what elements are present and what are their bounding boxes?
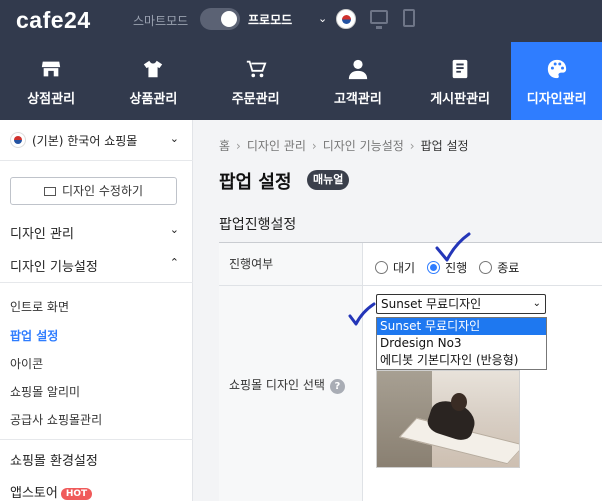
tshirt-icon	[144, 60, 163, 78]
sidebar-sub-supplier[interactable]: 공급사 쇼핑몰관리	[10, 411, 102, 428]
chevron-down-icon: ⌄	[169, 132, 179, 145]
nav-item-design[interactable]: 디자인관리	[511, 42, 602, 120]
sidebar-item-design-function[interactable]: 디자인 기능설정 ⌃	[10, 256, 183, 275]
korea-flag-icon	[10, 132, 26, 148]
dropdown-option[interactable]: Sunset 무료디자인	[377, 318, 546, 335]
nav-item-orders[interactable]: 주문관리	[205, 42, 307, 120]
hot-badge: HOT	[60, 488, 93, 500]
main-content: 홈 › 디자인 관리 › 디자인 기능설정 › 팝업 설정 팝업 설정 매뉴얼 팝업진행설정…	[193, 120, 602, 501]
radio-dot	[375, 261, 388, 274]
dropdown-option[interactable]: 에디봇 기본디자인 (반응형)	[377, 352, 546, 369]
cafe24-logo[interactable]: cafe24	[16, 7, 91, 34]
nav-label: 디자인관리	[526, 92, 587, 107]
breadcrumb-design-management[interactable]: 디자인 관리	[247, 139, 306, 153]
sidebar: (기본) 한국어 쇼핑몰 ⌄ 디자인 수정하기 디자인 관리 ⌄ 디자인 기능설…	[0, 120, 193, 501]
chevron-up-icon: ⌃	[169, 256, 179, 269]
nav-label: 고객관리	[333, 92, 382, 107]
breadcrumb-separator: ›	[236, 139, 241, 153]
mall-selector-label: (기본) 한국어 쇼핑몰	[32, 134, 138, 148]
sidebar-sub-popup[interactable]: 팝업 설정	[10, 327, 58, 344]
design-select-label: 쇼핑몰 디자인 선택?	[219, 286, 363, 501]
board-icon	[452, 59, 468, 79]
nav-label: 게시판관리	[430, 92, 491, 107]
popup-settings-table: 진행여부 대기 진행 종료 쇼핑몰 디자인 선택? Sunset 무료디자인 ⌄…	[219, 242, 602, 501]
breadcrumb-home[interactable]: 홈	[219, 139, 230, 153]
mobile-phone-icon[interactable]	[403, 9, 415, 27]
design-dropdown-list: Sunset 무료디자인 Drdesign No3 에디봇 기본디자인 (반응형…	[376, 317, 547, 370]
mode-chevron-down-icon[interactable]: ⌄	[318, 12, 327, 25]
breadcrumb-separator: ›	[409, 139, 415, 153]
edit-design-label: 디자인 수정하기	[61, 184, 144, 198]
top-bar: cafe24 스마트모드 프로모드 ⌄	[0, 0, 602, 42]
edit-design-button[interactable]: 디자인 수정하기	[10, 177, 177, 205]
design-select[interactable]: Sunset 무료디자인 ⌄	[376, 294, 546, 314]
nav-label: 주문관리	[231, 92, 280, 107]
nav-item-products[interactable]: 상품관리	[102, 42, 204, 120]
design-select-text: 쇼핑몰 디자인 선택	[229, 378, 325, 392]
sidebar-item-label: 디자인 기능설정	[10, 260, 98, 275]
main-nav: 상점관리 상품관리 주문관리 고객관리 게시판관리 디자인관리	[0, 42, 602, 120]
checkmark-annotation-icon	[435, 232, 471, 262]
chevron-down-icon: ⌄	[532, 298, 541, 309]
sidebar-sub-notifier[interactable]: 쇼핑몰 알리미	[10, 383, 80, 400]
chevron-down-icon: ⌄	[169, 223, 179, 236]
radio-label: 종료	[497, 261, 520, 275]
checkmark-annotation-icon	[348, 302, 376, 326]
breadcrumb-current: 팝업 설정	[420, 139, 469, 153]
breadcrumb: 홈 › 디자인 관리 › 디자인 기능설정 › 팝업 설정	[219, 137, 469, 154]
nav-label: 상품관리	[129, 92, 178, 107]
dropdown-option[interactable]: Drdesign No3	[377, 335, 546, 352]
desktop-monitor-icon[interactable]	[370, 10, 388, 29]
radio-ended[interactable]: 종료	[479, 259, 519, 276]
section-title: 팝업진행설정	[219, 217, 297, 233]
palette-icon	[547, 59, 566, 79]
progress-label: 진행여부	[219, 243, 363, 285]
nav-item-store[interactable]: 상점관리	[0, 42, 102, 120]
divider	[0, 160, 193, 161]
nav-item-board[interactable]: 게시판관리	[409, 42, 511, 120]
nav-item-customers[interactable]: 고객관리	[307, 42, 409, 120]
divider	[0, 282, 193, 283]
radio-waiting[interactable]: 대기	[375, 259, 415, 276]
radio-dot	[479, 261, 493, 274]
keyboard-icon	[43, 187, 56, 196]
sidebar-item-design-management[interactable]: 디자인 관리 ⌄	[10, 223, 183, 242]
smart-mode-label[interactable]: 스마트모드	[133, 12, 188, 29]
design-preview-image	[376, 370, 520, 468]
sidebar-item-mall-env[interactable]: 쇼핑몰 환경설정	[10, 450, 183, 469]
mall-selector[interactable]: (기본) 한국어 쇼핑몰 ⌄	[10, 130, 183, 152]
sidebar-sub-icon[interactable]: 아이콘	[10, 355, 43, 372]
breadcrumb-design-function[interactable]: 디자인 기능설정	[323, 139, 404, 153]
mode-toggle[interactable]	[200, 8, 240, 30]
help-icon[interactable]: ?	[329, 379, 345, 394]
person-icon	[348, 59, 368, 80]
pro-mode-label[interactable]: 프로모드	[248, 11, 292, 28]
radio-label: 대기	[393, 261, 416, 275]
sidebar-item-label: 디자인 관리	[10, 227, 74, 242]
toggle-knob	[221, 11, 237, 27]
divider	[0, 439, 193, 440]
store-icon	[41, 61, 61, 77]
sidebar-sub-intro[interactable]: 인트로 화면	[10, 298, 69, 315]
design-select-value: Sunset 무료디자인	[381, 297, 482, 311]
page-title: 팝업 설정	[219, 172, 292, 193]
sidebar-item-label: 앱스토어	[10, 486, 58, 501]
korea-flag-icon[interactable]	[336, 9, 356, 29]
manual-badge[interactable]: 매뉴얼	[307, 170, 350, 190]
breadcrumb-separator: ›	[311, 139, 317, 153]
sidebar-item-app-store[interactable]: 앱스토어 HOT	[10, 482, 183, 501]
cart-icon	[246, 60, 267, 78]
nav-label: 상점관리	[27, 92, 76, 107]
